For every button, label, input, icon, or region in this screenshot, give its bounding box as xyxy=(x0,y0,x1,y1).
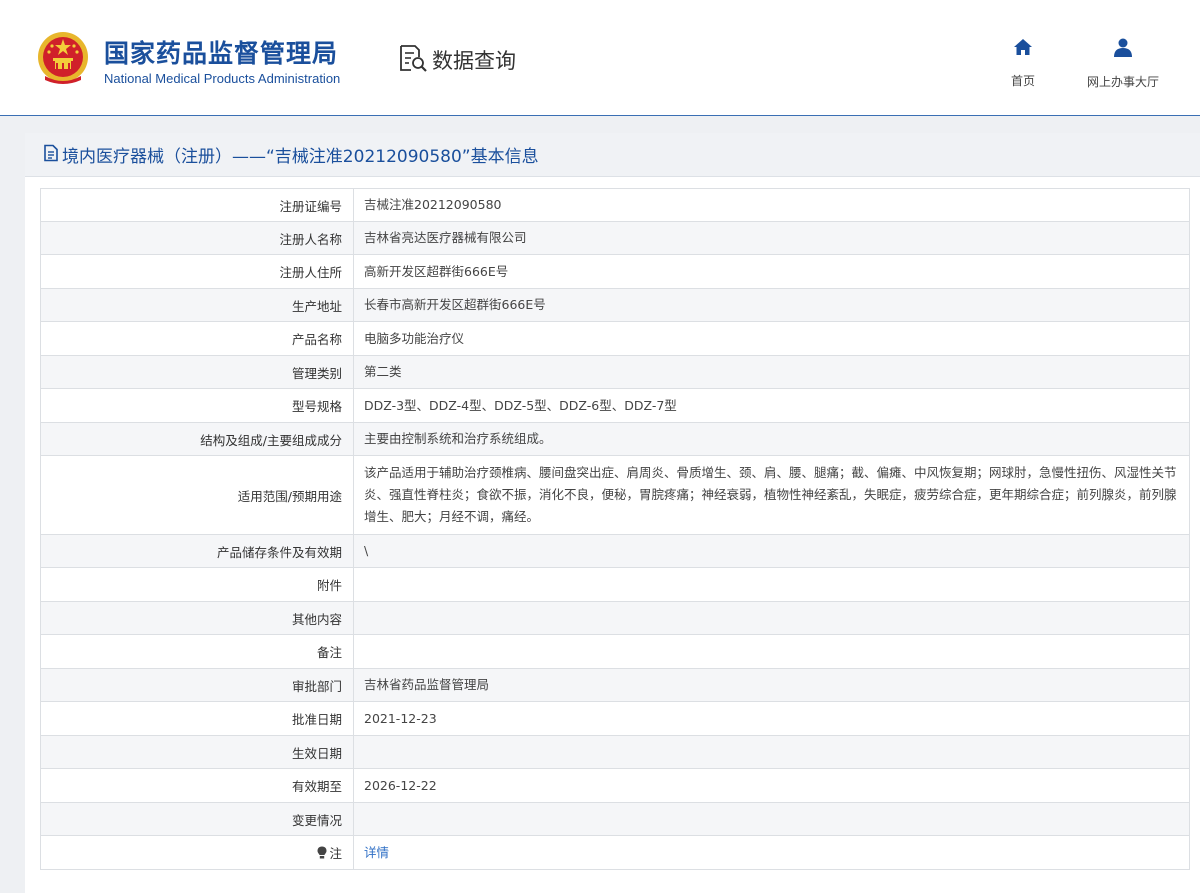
document-search-icon xyxy=(398,44,428,76)
field-value: 长春市高新开发区超群街666E号 xyxy=(353,288,1190,322)
agency-name-cn[interactable]: 国家药品监督管理局 xyxy=(104,34,338,70)
nav-online-service-hall[interactable]: 网上办事大厅 xyxy=(1078,38,1168,90)
panel-title: 境内医疗器械（注册）——“吉械注准20212090580”基本信息 xyxy=(25,133,1200,177)
table-row: 生效日期 xyxy=(40,735,1190,769)
field-label: 有效期至 xyxy=(40,768,354,803)
field-value: 第二类 xyxy=(353,355,1190,389)
field-value xyxy=(353,567,1190,602)
field-label: 变更情况 xyxy=(40,802,354,836)
table-row: 其他内容 xyxy=(40,601,1190,635)
table-row: 注册人名称 吉林省亮达医疗器械有限公司 xyxy=(40,221,1190,255)
panel-title-text: 境内医疗器械（注册）——“吉械注准20212090580”基本信息 xyxy=(62,147,539,167)
document-icon xyxy=(42,144,60,166)
table-row-note: 注 详情 xyxy=(40,835,1190,870)
table-row: 适用范围/预期用途 该产品适用于辅助治疗颈椎病、腰间盘突出症、肩周炎、骨质增生、颈… xyxy=(40,455,1190,535)
field-value: 吉林省药品监督管理局 xyxy=(353,668,1190,702)
data-query-label: 数据查询 xyxy=(432,49,516,73)
site-header: 国家药品监督管理局 National Medical Products Admi… xyxy=(0,0,1200,116)
field-label: 注 xyxy=(40,835,354,870)
table-row: 注册人住所 高新开发区超群街666E号 xyxy=(40,254,1190,289)
table-row: 变更情况 xyxy=(40,802,1190,836)
field-value: 高新开发区超群街666E号 xyxy=(353,254,1190,289)
table-row: 批准日期 2021-12-23 xyxy=(40,701,1190,736)
field-value: \ xyxy=(353,534,1190,568)
agency-name-en[interactable]: National Medical Products Administration xyxy=(104,71,340,86)
field-value xyxy=(353,634,1190,669)
field-value: 该产品适用于辅助治疗颈椎病、腰间盘突出症、肩周炎、骨质增生、颈、肩、腰、腿痛；截… xyxy=(353,455,1190,535)
table-row: 注册证编号 吉械注准20212090580 xyxy=(40,188,1190,222)
field-label: 注册证编号 xyxy=(40,188,354,222)
field-label: 生效日期 xyxy=(40,735,354,769)
field-value: 电脑多功能治疗仪 xyxy=(353,321,1190,356)
national-emblem-icon[interactable] xyxy=(36,30,90,86)
field-value: 2021-12-23 xyxy=(353,701,1190,736)
nav-home[interactable]: 首页 xyxy=(978,38,1068,89)
table-row: 产品储存条件及有效期 \ xyxy=(40,534,1190,568)
field-value: 吉林省亮达医疗器械有限公司 xyxy=(353,221,1190,255)
field-value: 主要由控制系统和治疗系统组成。 xyxy=(353,422,1190,456)
table-row: 审批部门 吉林省药品监督管理局 xyxy=(40,668,1190,702)
field-label: 附件 xyxy=(40,567,354,602)
table-row: 结构及组成/主要组成成分 主要由控制系统和治疗系统组成。 xyxy=(40,422,1190,456)
note-label: 注 xyxy=(329,846,342,861)
field-label: 注册人住所 xyxy=(40,254,354,289)
field-label: 结构及组成/主要组成成分 xyxy=(40,422,354,456)
table-row: 有效期至 2026-12-22 xyxy=(40,768,1190,803)
table-row: 产品名称 电脑多功能治疗仪 xyxy=(40,321,1190,356)
data-query-heading: 数据查询 xyxy=(398,45,516,75)
table-row: 型号规格 DDZ-3型、DDZ-4型、DDZ-5型、DDZ-6型、DDZ-7型 xyxy=(40,388,1190,423)
field-label: 生产地址 xyxy=(40,288,354,322)
details-link[interactable]: 详情 xyxy=(364,845,389,860)
field-value: 详情 xyxy=(353,835,1190,870)
field-value: 吉械注准20212090580 xyxy=(353,188,1190,222)
table-row: 附件 xyxy=(40,567,1190,602)
registration-info-table: 注册证编号 吉械注准20212090580 注册人名称 吉林省亮达医疗器械有限公司 注册… xyxy=(40,188,1190,870)
field-label: 适用范围/预期用途 xyxy=(40,455,354,535)
user-icon xyxy=(1114,38,1132,57)
field-value: DDZ-3型、DDZ-4型、DDZ-5型、DDZ-6型、DDZ-7型 xyxy=(353,388,1190,423)
field-value xyxy=(353,802,1190,836)
detail-panel: 境内医疗器械（注册）——“吉械注准20212090580”基本信息 注册证编号吉… xyxy=(25,133,1200,893)
table-row: 管理类别 第二类 xyxy=(40,355,1190,389)
field-label: 备注 xyxy=(40,634,354,669)
field-label: 注册人名称 xyxy=(40,221,354,255)
field-label: 产品名称 xyxy=(40,321,354,356)
field-label: 型号规格 xyxy=(40,388,354,423)
field-value xyxy=(353,735,1190,769)
field-value xyxy=(353,601,1190,635)
field-label: 其他内容 xyxy=(40,601,354,635)
field-label: 审批部门 xyxy=(40,668,354,702)
table-row: 备注 xyxy=(40,634,1190,669)
field-label: 批准日期 xyxy=(40,701,354,736)
home-icon xyxy=(1014,39,1032,55)
field-label: 管理类别 xyxy=(40,355,354,389)
lightbulb-icon xyxy=(317,846,327,862)
table-row: 生产地址 长春市高新开发区超群街666E号 xyxy=(40,288,1190,322)
field-label: 产品储存条件及有效期 xyxy=(40,534,354,568)
nav-home-label: 首页 xyxy=(1010,74,1035,88)
field-value: 2026-12-22 xyxy=(353,768,1190,803)
nav-online-service-hall-label: 网上办事大厅 xyxy=(1086,75,1159,89)
